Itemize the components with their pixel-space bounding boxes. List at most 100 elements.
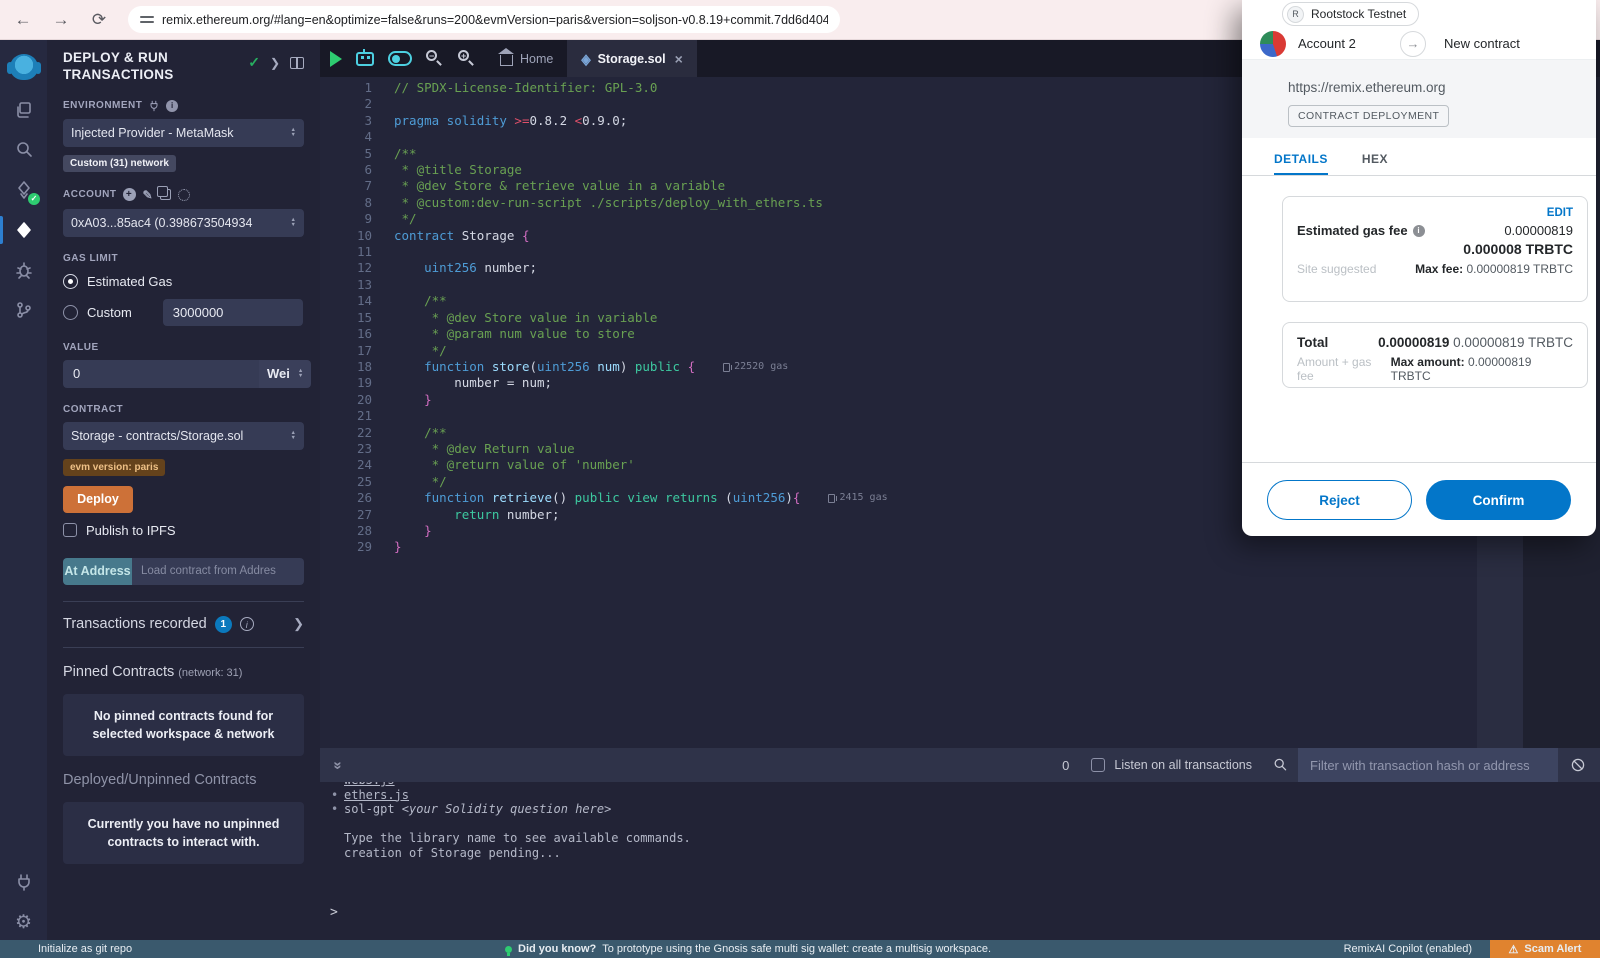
listen-checkbox[interactable]: [1091, 758, 1105, 772]
edit-gas-button[interactable]: EDIT: [1297, 207, 1573, 219]
network-badge: Custom (31) network: [63, 155, 176, 172]
copy-icon[interactable]: [160, 189, 171, 200]
tab-hex[interactable]: HEX: [1362, 146, 1388, 175]
custom-gas-radio[interactable]: [63, 305, 78, 320]
close-icon[interactable]: ×: [675, 51, 683, 67]
edit-icon[interactable]: ✎: [143, 188, 154, 202]
transaction-filter-input[interactable]: [1298, 748, 1558, 782]
account-select[interactable]: 0xA03...85ac4 (0.398673504934: [63, 209, 304, 237]
copilot-toggle-icon[interactable]: [388, 51, 412, 66]
popup-accounts-header: Account 2 → New contract: [1242, 28, 1596, 60]
info-icon[interactable]: i: [240, 617, 254, 631]
add-account-icon[interactable]: +: [123, 188, 136, 201]
zoom-in-icon[interactable]: +: [458, 50, 476, 68]
pinned-contracts-title: Pinned Contracts (network: 31): [63, 648, 304, 680]
metamask-popup: R Rootstock Testnet Account 2 → New cont…: [1242, 0, 1596, 536]
search-icon[interactable]: [1272, 757, 1288, 773]
value-label: VALUE: [63, 342, 304, 353]
remix-logo-icon[interactable]: [10, 54, 38, 80]
forward-icon[interactable]: →: [46, 5, 76, 35]
at-address-input[interactable]: [132, 558, 304, 585]
value-unit-select[interactable]: Wei: [259, 360, 311, 388]
info-icon[interactable]: i: [1413, 225, 1425, 237]
git-init-button[interactable]: Initialize as git repo: [38, 943, 132, 955]
gas-limit-label: GAS LIMIT: [63, 253, 304, 264]
reload-icon[interactable]: ⟳: [84, 5, 114, 35]
fuel-icon: [723, 363, 730, 372]
transactions-recorded-row[interactable]: Transactions recorded 1 i ❯: [63, 602, 304, 647]
back-icon[interactable]: ←: [8, 5, 38, 35]
total-value: 0.00000819 0.00000819 TRBTC: [1378, 335, 1573, 350]
value-input[interactable]: [63, 360, 259, 388]
home-icon: [500, 55, 513, 66]
updown-icon: [291, 218, 296, 227]
network-avatar: R: [1287, 6, 1304, 23]
arrow-right-icon: →: [1400, 31, 1426, 57]
from-account: Account 2: [1298, 36, 1356, 51]
pinned-empty-message: No pinned contracts found forselected wo…: [63, 694, 304, 756]
copilot-status[interactable]: RemixAI Copilot (enabled): [1344, 943, 1472, 955]
sidebar-item-solidity-compiler[interactable]: ✓: [0, 170, 47, 210]
sidebar-item-plugin-manager[interactable]: [0, 862, 47, 902]
deploy-run-icon: [14, 220, 34, 240]
gas-estimate: 2415 gas: [828, 490, 887, 506]
url-bar[interactable]: remix.ethereum.org/#lang=en&optimize=fal…: [128, 6, 840, 33]
terminal-line[interactable]: ethers.js: [320, 788, 1600, 803]
chevron-right-icon[interactable]: ❯: [270, 56, 280, 70]
terminal-line: creation of Storage pending...: [320, 846, 1600, 861]
info-icon[interactable]: i: [166, 100, 178, 112]
terminal[interactable]: web3.jsethers.jssol-gpt <your Solidity q…: [320, 782, 1600, 942]
sidebar-item-debugger[interactable]: [0, 250, 47, 290]
sidebar-item-search[interactable]: [0, 130, 47, 170]
sidebar-item-settings[interactable]: ⚙: [0, 902, 47, 942]
updown-icon: [291, 128, 296, 137]
origin-url: https://remix.ethereum.org: [1288, 80, 1596, 95]
contract-select[interactable]: Storage - contracts/Storage.sol: [63, 422, 304, 450]
solidity-file-icon: ◈: [581, 50, 590, 67]
deploy-run-panel: DEPLOY & RUN TRANSACTIONS ✓ ❯ ENVIRONMEN…: [47, 40, 320, 942]
zoom-out-icon[interactable]: −: [426, 50, 444, 68]
tab-storage-sol[interactable]: ◈ Storage.sol ×: [567, 40, 697, 77]
contract-label: CONTRACT: [63, 404, 304, 415]
updown-icon: [291, 431, 296, 440]
network-picker[interactable]: R Rootstock Testnet: [1282, 2, 1419, 26]
sidebar-item-git[interactable]: [0, 290, 47, 330]
tab-details[interactable]: DETAILS: [1274, 146, 1328, 175]
reject-button[interactable]: Reject: [1267, 480, 1412, 520]
listen-count: 0: [1062, 758, 1069, 773]
status-bar: Initialize as git repo Did you know? To …: [0, 940, 1600, 958]
scam-alert-button[interactable]: ⚠ Scam Alert: [1490, 940, 1600, 958]
updown-icon: [298, 369, 303, 378]
sidebar-item-file-explorer[interactable]: [0, 90, 47, 130]
estimated-gas-radio[interactable]: [63, 274, 78, 289]
gas-fee-trbtc: 0.000008 TRBTC: [1297, 241, 1573, 257]
deploy-button[interactable]: Deploy: [63, 486, 133, 513]
compile-success-badge: ✓: [28, 193, 40, 205]
collapse-terminal-icon[interactable]: »: [330, 761, 347, 769]
popup-tabs: DETAILS HEX: [1242, 146, 1596, 176]
terminal-line: Type the library name to see available c…: [320, 831, 1600, 846]
chevron-right-icon[interactable]: ❯: [293, 616, 304, 632]
environment-select[interactable]: Injected Provider - MetaMask: [63, 119, 304, 147]
terminal-line: sol-gpt <your Solidity question here>: [320, 802, 1600, 817]
account-avatar: [1260, 31, 1286, 57]
pin-panel-icon[interactable]: [290, 57, 304, 69]
tab-home[interactable]: Home: [486, 40, 567, 77]
terminal-prompt[interactable]: >: [330, 905, 338, 920]
custom-gas-input[interactable]: [163, 299, 303, 326]
at-address-button[interactable]: At Address: [63, 558, 132, 585]
site-settings-icon[interactable]: [140, 13, 154, 27]
total-card: Total 0.00000819 0.00000819 TRBTC Amount…: [1282, 322, 1588, 388]
publish-ipfs-checkbox[interactable]: [63, 523, 77, 537]
clear-filter-icon[interactable]: [1570, 757, 1586, 773]
code-line[interactable]: 29}: [320, 539, 1600, 555]
ready-check-icon: ✓: [248, 54, 260, 71]
ai-copilot-icon[interactable]: [356, 52, 374, 66]
confirm-button[interactable]: Confirm: [1426, 480, 1571, 520]
run-script-icon[interactable]: [330, 51, 342, 67]
deployed-contracts-title: Deployed/Unpinned Contracts: [63, 756, 304, 788]
sidebar-item-deploy-run[interactable]: [0, 210, 47, 250]
gas-fee-card: EDIT Estimated gas feei 0.00000819 0.000…: [1282, 196, 1588, 302]
search-icon: [14, 140, 34, 160]
origin-section: https://remix.ethereum.org CONTRACT DEPL…: [1242, 60, 1596, 138]
